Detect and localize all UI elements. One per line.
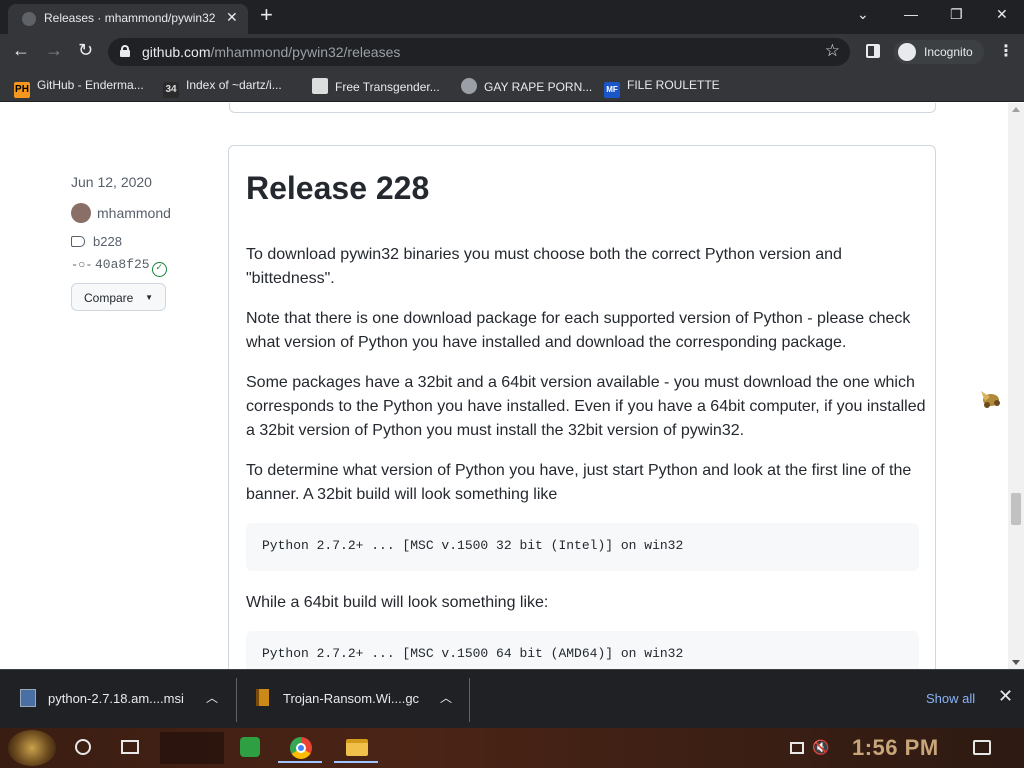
tag-name[interactable]: b228 [93, 234, 122, 249]
folder-index-icon: 34 [163, 82, 179, 98]
bookmark-label: Index of ~dartz/i... [186, 78, 282, 92]
chevron-up-icon[interactable]: ︿ [440, 689, 452, 706]
windows-taskbar: 🔇 1:56 PM [0, 728, 1024, 768]
file-roulette-icon: MF [604, 82, 620, 98]
download-filename[interactable]: Trojan-Ransom.Wi....gc [283, 691, 419, 706]
code-block-64bit: Python 2.7.2+ ... [MSC v.1500 64 bit (AM… [246, 631, 919, 669]
release-commit[interactable]: -○- 40a8f25 ✓ [71, 257, 167, 277]
tab-title: Releases · mhammond/pywin32 [44, 11, 216, 25]
release-author[interactable]: mhammond [71, 203, 171, 223]
bookmark-star-icon[interactable]: ☆ [825, 41, 840, 61]
commit-icon: -○- [71, 258, 93, 272]
chrome-icon [290, 737, 312, 759]
bookmark-item[interactable]: MF FILE ROULETTE [604, 78, 720, 98]
taskbar-app-notes[interactable] [228, 733, 272, 763]
release-card: Release 228 To download pywin32 binaries… [228, 145, 936, 669]
start-button-icon[interactable] [8, 730, 56, 766]
incognito-indicator[interactable]: Incognito [894, 40, 984, 64]
address-bar[interactable]: github.com/mhammond/pywin32/releases ☆ [108, 38, 850, 66]
notification-center-icon[interactable] [973, 740, 991, 755]
scrollbar-thumb[interactable] [1011, 493, 1021, 525]
scroll-up-icon[interactable] [1012, 107, 1020, 112]
tab-strip: Releases · mhammond/pywin32 ✕ + ⌄ — ❐ ✕ [0, 0, 1024, 34]
avatar[interactable] [71, 203, 91, 223]
globe-icon [461, 78, 477, 94]
page-content: Jun 12, 2020 mhammond b228 -○- 40a8f25 ✓ C… [0, 103, 1008, 669]
release-date: Jun 12, 2020 [71, 174, 152, 190]
search-icon[interactable] [75, 739, 91, 755]
release-paragraph: To determine what version of Python you … [246, 462, 912, 503]
bookmark-item[interactable]: 34 Index of ~dartz/i... [163, 78, 282, 98]
incognito-label: Incognito [924, 45, 973, 59]
caret-down-icon: ▼ [145, 293, 153, 302]
notes-app-icon [240, 737, 260, 757]
file-icon [256, 689, 269, 706]
download-shelf: python-2.7.18.am....msi ︿ Trojan-Ransom.… [0, 669, 1024, 728]
page-scrollbar[interactable] [1008, 103, 1024, 669]
lock-icon [120, 45, 130, 57]
release-paragraph: While a 64bit build will look something … [246, 594, 549, 611]
download-separator [469, 678, 470, 722]
scroll-down-icon[interactable] [1012, 660, 1020, 665]
release-tag[interactable]: b228 [71, 234, 122, 249]
bookmark-label: Free Transgender... [335, 80, 440, 94]
back-arrow-icon[interactable]: ← [12, 40, 30, 61]
side-panel-icon[interactable] [866, 44, 880, 58]
bookmark-item[interactable]: PH GitHub - Enderma... [14, 78, 144, 98]
verified-check-icon[interactable]: ✓ [151, 262, 167, 277]
taskbar-clock[interactable]: 1:56 PM [852, 735, 939, 761]
browser-menu-icon[interactable]: ⋮ [998, 41, 1014, 61]
desktop-pet-icon[interactable] [976, 383, 1006, 413]
bookmark-label: FILE ROULETTE [627, 78, 720, 92]
browser-toolbar: ← → ↻ github.com/mhammond/pywin32/releas… [0, 34, 1024, 70]
new-tab-button[interactable]: + [260, 4, 273, 26]
taskbar-widget[interactable] [160, 732, 224, 764]
installer-file-icon [20, 689, 36, 707]
compare-button[interactable]: Compare ▼ [71, 283, 166, 311]
browser-tab[interactable]: Releases · mhammond/pywin32 ✕ [8, 4, 248, 34]
file-explorer-icon [346, 739, 368, 756]
close-shelf-icon[interactable]: ✕ [998, 686, 1013, 707]
taskbar-app-explorer[interactable] [334, 733, 378, 763]
site-favicon-icon [312, 78, 328, 94]
release-paragraph: Note that there is one download package … [246, 310, 911, 351]
incognito-icon [898, 43, 916, 61]
tab-search-chevron-icon[interactable]: ⌄ [857, 6, 869, 23]
release-paragraph: Some packages have a 32bit and a 64bit v… [246, 374, 926, 439]
github-favicon-icon [22, 12, 36, 26]
reload-icon[interactable]: ↻ [78, 40, 93, 61]
previous-release-box [229, 103, 936, 113]
minimize-button[interactable]: — [904, 6, 918, 22]
taskbar-app-chrome[interactable] [278, 733, 322, 763]
bookmark-item[interactable]: GAY RAPE PORN... [461, 78, 592, 94]
release-title[interactable]: Release 228 [246, 170, 429, 207]
bookmark-label: GitHub - Enderma... [37, 78, 144, 92]
pornhub-favicon-icon: PH [14, 82, 30, 98]
code-block-32bit: Python 2.7.2+ ... [MSC v.1500 32 bit (In… [246, 523, 919, 571]
restore-button[interactable]: ❐ [950, 6, 963, 23]
download-item[interactable]: python-2.7.18.am....msi ︿ [0, 670, 236, 729]
compare-label: Compare [84, 291, 134, 305]
forward-arrow-icon[interactable]: → [45, 40, 63, 61]
bookmarks-bar: PH GitHub - Enderma... 34 Index of ~dartz/… [0, 70, 1024, 102]
show-all-downloads-link[interactable]: Show all [926, 691, 975, 706]
download-filename[interactable]: python-2.7.18.am....msi [48, 691, 184, 706]
url-text[interactable]: github.com/mhammond/pywin32/releases [142, 44, 400, 60]
tab-close-icon[interactable]: ✕ [226, 9, 238, 26]
tag-icon [71, 236, 85, 247]
window-close-button[interactable]: ✕ [996, 6, 1008, 23]
commit-hash[interactable]: 40a8f25 [95, 257, 150, 272]
network-icon[interactable] [790, 742, 804, 754]
download-item[interactable]: Trojan-Ransom.Wi....gc ︿ [237, 670, 469, 729]
author-name[interactable]: mhammond [97, 205, 171, 221]
bookmark-item[interactable]: Free Transgender... [312, 78, 440, 94]
task-view-icon[interactable] [121, 740, 139, 754]
release-paragraph: To download pywin32 binaries you must ch… [246, 246, 842, 287]
bookmark-label: GAY RAPE PORN... [484, 80, 593, 94]
volume-muted-icon[interactable]: 🔇 [812, 739, 829, 756]
chevron-up-icon[interactable]: ︿ [206, 689, 218, 706]
